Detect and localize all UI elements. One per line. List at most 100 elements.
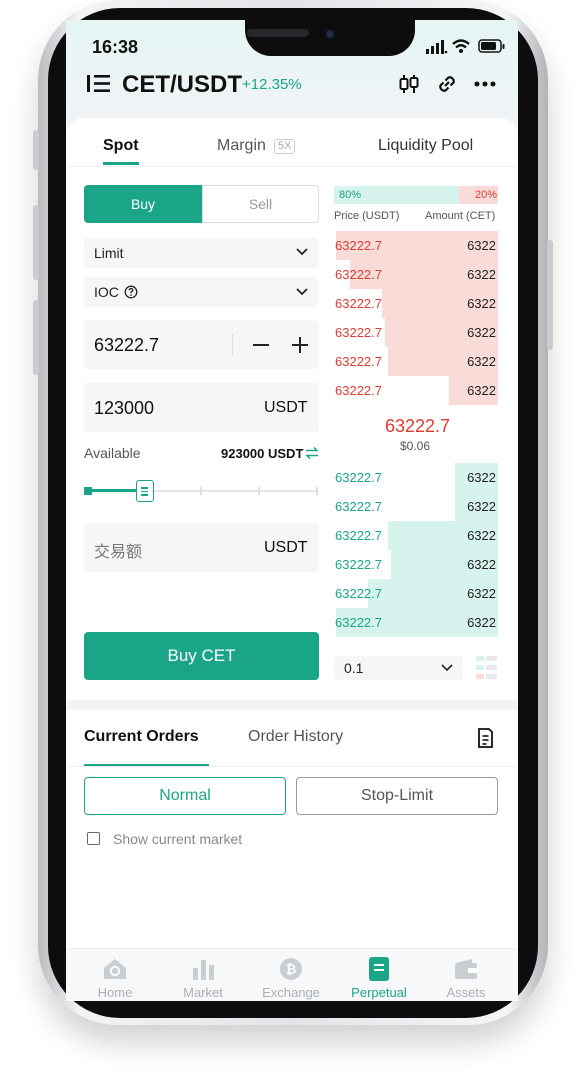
bid-row[interactable]: 63222.7 6322 [334,608,498,637]
market-icon[interactable] [191,957,215,981]
more-icon[interactable] [474,80,496,88]
transfer-icon[interactable] [305,446,319,460]
chevron-down-icon [296,288,308,296]
bid-price: 63222.7 [335,586,382,601]
increase-price-button[interactable] [291,336,309,354]
tab-spot-indicator [103,162,139,165]
ask-row[interactable]: 63222.7 6322 [334,231,498,260]
bid-price: 63222.7 [335,557,382,572]
ask-row[interactable]: 63222.7 6322 [334,376,498,405]
bid-amount: 6322 [467,528,496,543]
bid-row[interactable]: 63222.7 6322 [334,550,498,579]
volume-down-button [33,300,39,375]
exchange-icon[interactable]: ₿ [279,957,303,981]
help-icon[interactable] [124,285,138,299]
total-placeholder: 交易额 [94,544,143,561]
nav-exchange[interactable]: Exchange [256,985,326,1000]
nav-assets[interactable]: Assets [437,985,495,1000]
tab-current-orders[interactable]: Current Orders [84,728,199,746]
time-in-force-value: IOC [94,284,119,300]
bid-row[interactable]: 63222.7 6322 [334,521,498,550]
buy-ratio: 80% [339,189,362,201]
speaker [247,29,309,37]
slider-thumb[interactable] [136,480,154,502]
ask-amount: 6322 [467,354,496,369]
ask-price: 63222.7 [335,296,382,311]
ask-price: 63222.7 [335,325,382,340]
ask-row[interactable]: 63222.7 6322 [334,347,498,376]
nav-home[interactable]: Home [86,985,144,1000]
bid-price: 63222.7 [335,499,382,514]
nav-market[interactable]: Market [174,985,232,1000]
volume-up-button [33,205,39,280]
orders-card [66,710,518,950]
mute-switch [33,130,39,170]
nav-perpetual[interactable]: Perpetual [344,985,414,1000]
amount-unit: USDT [264,399,308,416]
filter-normal-button[interactable]: Normal [84,777,286,815]
slider-tick [316,487,318,495]
ask-price: 63222.7 [335,383,382,398]
perpetual-icon[interactable] [368,956,390,982]
amount-slider[interactable] [84,480,319,502]
last-price: 63222.7 [385,416,451,436]
filter-stop-limit-button[interactable]: Stop-Limit [296,777,498,815]
amount-column-header: Amount (CET) [425,210,496,222]
ask-amount: 6322 [467,383,496,398]
precision-value: 0.1 [344,660,364,676]
buy-cet-button[interactable]: Buy CET [84,632,319,680]
price-change: +12.35% [242,76,302,93]
ask-price: 63222.7 [335,354,382,369]
stepper-divider [232,334,233,356]
ask-amount: 6322 [467,325,496,340]
ask-amount: 6322 [467,238,496,253]
menu-icon[interactable] [86,73,112,95]
buy-toggle[interactable]: Buy [84,185,202,223]
wifi-icon [452,39,470,53]
bid-row[interactable]: 63222.7 6322 [334,463,498,492]
power-button [547,240,553,350]
bid-amount: 6322 [467,557,496,572]
ask-row[interactable]: 63222.7 6322 [334,260,498,289]
order-records-icon[interactable] [476,726,494,750]
tab-liquidity-pool[interactable]: Liquidity Pool [378,137,473,155]
available-label: Available [84,445,141,461]
time-in-force-select[interactable] [84,277,319,307]
tabs-divider [66,166,518,167]
tab-spot[interactable]: Spot [103,137,139,155]
slider-start-marker [84,487,92,495]
bid-price: 63222.7 [335,528,382,543]
slider-tick [200,487,202,495]
show-current-market-checkbox[interactable] [87,832,100,845]
depth-view-toggle-icon[interactable] [476,656,498,680]
ask-amount: 6322 [467,267,496,282]
amount-value[interactable]: 123000 [94,398,154,419]
tab-margin[interactable]: Margin [217,137,266,155]
sell-toggle[interactable]: Sell [202,185,319,223]
bid-amount: 6322 [467,615,496,630]
tab-order-history[interactable]: Order History [248,728,343,746]
bid-row[interactable]: 63222.7 6322 [334,492,498,521]
bid-row[interactable]: 63222.7 6322 [334,579,498,608]
link-icon[interactable] [436,73,458,95]
ask-row[interactable]: 63222.7 6322 [334,318,498,347]
assets-icon[interactable] [453,958,479,980]
order-type-value: Limit [94,245,124,261]
pair-title[interactable]: CET/USDT [122,71,242,99]
bid-amount: 6322 [467,586,496,601]
svg-text:₿: ₿ [286,963,297,978]
bid-amount: 6322 [467,470,496,485]
show-current-market-label: Show current market [113,831,243,847]
home-icon[interactable] [102,957,128,981]
candlestick-chart-icon[interactable] [398,73,420,95]
available-value: 923000 USDT [221,446,304,461]
battery-icon [478,39,505,53]
ask-row[interactable]: 63222.7 6322 [334,289,498,318]
ask-price: 63222.7 [335,238,382,253]
bid-price: 63222.7 [335,615,382,630]
decrease-price-button[interactable] [252,336,270,354]
notch [245,20,415,56]
chevron-down-icon [441,664,453,672]
price-value[interactable]: 63222.7 [94,335,159,356]
total-unit: USDT [264,539,308,556]
